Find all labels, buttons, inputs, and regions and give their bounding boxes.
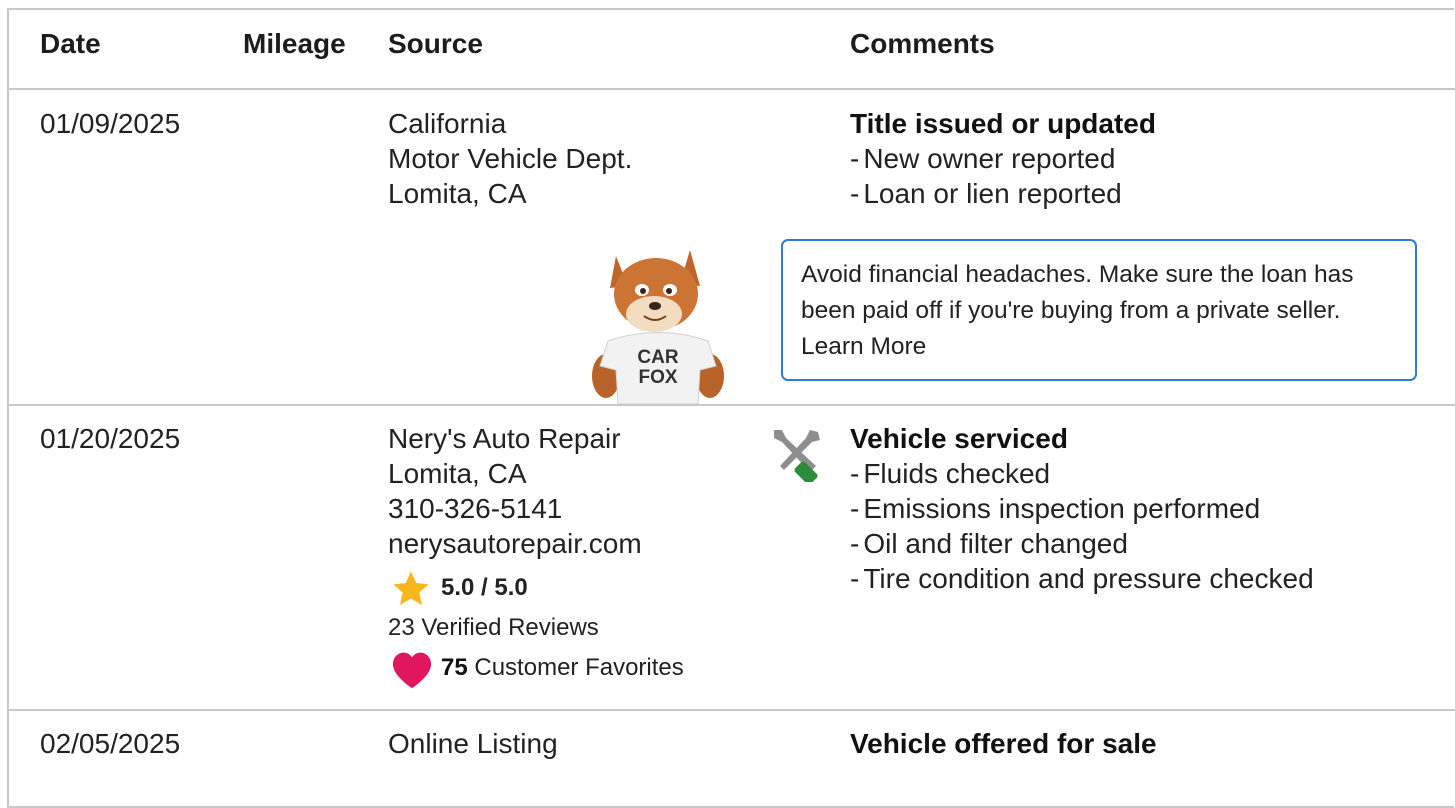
comment-item: Tire condition and pressure checked	[850, 561, 1313, 596]
comment-title: Vehicle serviced	[850, 423, 1068, 454]
source-line: California	[388, 108, 507, 139]
wrench-screwdriver-icon	[766, 426, 824, 485]
source-line: Motor Vehicle Dept.	[388, 143, 633, 174]
comment-title: Title issued or updated	[850, 108, 1156, 139]
comment-item: New owner reported	[850, 141, 1156, 176]
carfox-mascot-icon: CAR FOX	[588, 246, 728, 405]
star-icon	[390, 569, 432, 609]
row-3-source: Online Listing	[388, 728, 558, 759]
column-header-mileage: Mileage	[243, 28, 346, 59]
header-divider	[9, 88, 1455, 90]
comment-item: Fluids checked	[850, 456, 1314, 491]
row-2-date: 01/20/2025	[40, 423, 181, 454]
favorites-count: 75	[441, 654, 468, 681]
row-1-date: 01/09/2025	[40, 108, 181, 139]
comment-item: Oil and filter changed	[850, 526, 1314, 561]
svg-text:FOX: FOX	[638, 367, 677, 388]
row-divider	[9, 709, 1455, 711]
source-line: Lomita, CA	[388, 458, 527, 489]
favorites-label: Customer Favorites	[474, 654, 684, 681]
callout-text: Avoid financial headaches. Make sure the…	[801, 261, 1354, 324]
shop-name[interactable]: Nery's Auto Repair	[388, 421, 642, 456]
website-link[interactable]: nerysautorepair.com	[388, 526, 642, 561]
svg-text:CAR: CAR	[637, 347, 678, 368]
verified-reviews-link[interactable]: 23 Verified Reviews	[388, 614, 599, 642]
rating-value: 5.0 / 5.0	[441, 574, 528, 601]
heart-icon	[390, 649, 434, 689]
history-table	[7, 8, 1454, 808]
row-1-source: California Motor Vehicle Dept. Lomita, C…	[388, 106, 632, 211]
comment-item: Emissions inspection performed	[850, 491, 1314, 526]
row-3-date: 02/05/2025	[40, 728, 181, 759]
phone-number[interactable]: 310-326-5141	[388, 491, 642, 526]
row-2-comments: Vehicle serviced Fluids checked Emission…	[850, 421, 1314, 596]
column-header-date: Date	[40, 28, 101, 59]
learn-more-link[interactable]: Learn More	[801, 333, 926, 360]
source-line: Lomita, CA	[388, 178, 527, 209]
column-header-comments: Comments	[850, 28, 995, 59]
row-3-comment-title: Vehicle offered for sale	[850, 728, 1157, 759]
row-2-source: Nery's Auto Repair Lomita, CA 310-326-51…	[388, 421, 642, 561]
column-header-source: Source	[388, 28, 483, 59]
row-divider	[9, 404, 1455, 406]
loan-advice-callout: Avoid financial headaches. Make sure the…	[781, 239, 1417, 381]
customer-favorites: 75 Customer Favorites	[441, 654, 684, 682]
row-1-comments: Title issued or updated New owner report…	[850, 106, 1156, 211]
comment-item: Loan or lien reported	[850, 176, 1156, 211]
